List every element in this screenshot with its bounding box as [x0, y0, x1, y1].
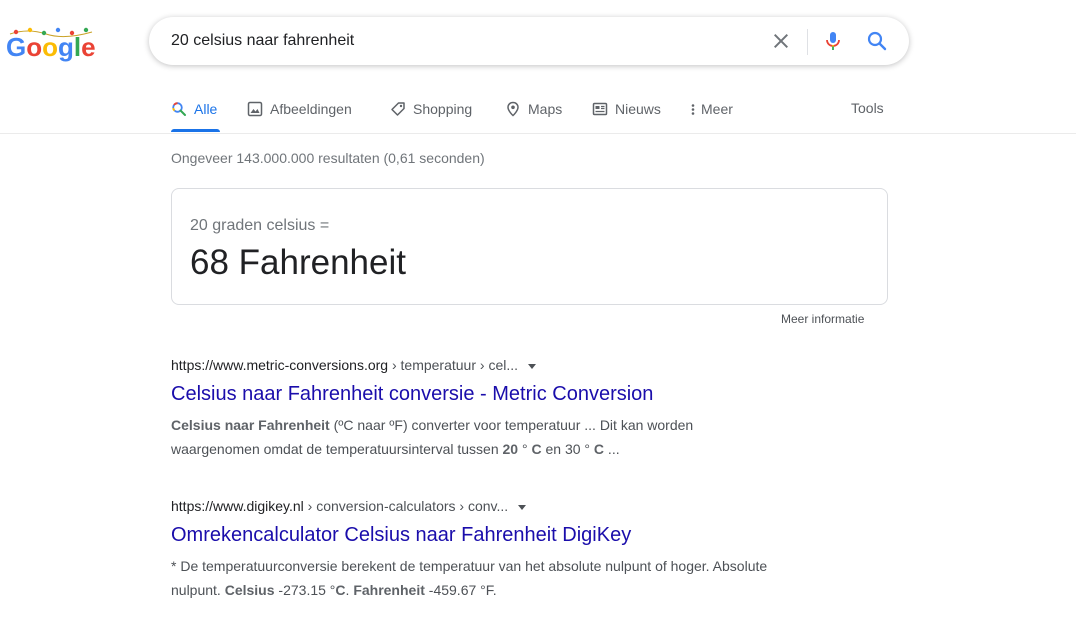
snippet-text: waargenomen omdat de temperatuursinterva…: [171, 441, 503, 457]
unit-converter-card: 20 graden celsius = 68 Fahrenheit: [171, 188, 888, 305]
tab-all[interactable]: Alle: [171, 92, 217, 132]
tab-label: Meer: [701, 101, 733, 117]
snippet-text: -273.15 °: [274, 582, 336, 598]
search-submit-button[interactable]: [865, 29, 889, 53]
snippet-bold: C: [531, 441, 542, 457]
more-vert-icon: [691, 104, 695, 115]
active-tab-indicator: [171, 129, 220, 132]
result-breadcrumbs: › conversion-calculators › conv...: [303, 498, 509, 514]
snippet-bold: Celsius naar Fahrenheit: [171, 417, 330, 433]
voice-search-button[interactable]: [821, 29, 845, 53]
tab-images[interactable]: Afbeeldingen: [247, 92, 352, 132]
result-menu-caret-icon[interactable]: [528, 363, 537, 369]
google-doodle-logo-icon: Google: [6, 27, 96, 62]
snippet-bold: C: [593, 441, 605, 457]
tab-label: Alle: [194, 101, 218, 117]
tab-label: Shopping: [413, 101, 473, 117]
tab-more[interactable]: Meer: [690, 92, 733, 132]
search-result: https://www.digikey.nl › conversion-calc…: [171, 495, 871, 602]
tag-icon: [391, 102, 405, 116]
snippet-bold: Fahrenheit: [353, 582, 425, 598]
tab-label: Nieuws: [615, 101, 661, 117]
news-icon: [592, 102, 608, 116]
snippet-line: nulpunt. Celsius -273.15 °C. Fahrenheit …: [171, 578, 871, 602]
tab-shopping[interactable]: Shopping: [390, 92, 472, 132]
snippet-bold: C: [335, 582, 346, 598]
close-icon: [774, 34, 788, 48]
search-icon: [172, 102, 186, 116]
result-url[interactable]: https://www.digikey.nl › conversion-calc…: [171, 495, 871, 517]
result-title-link[interactable]: Celsius naar Fahrenheit conversie - Metr…: [171, 381, 871, 407]
svg-text:Google: Google: [6, 32, 96, 62]
snippet-line: Celsius naar Fahrenheit (ºC naar ºF) con…: [171, 413, 871, 437]
converter-question: 20 graden celsius =: [190, 217, 330, 234]
tab-label: Afbeeldingen: [270, 101, 352, 117]
result-snippet: Celsius naar Fahrenheit (ºC naar ºF) con…: [171, 413, 871, 461]
result-snippet: * De temperatuurconversie berekent de te…: [171, 554, 871, 602]
google-logo[interactable]: Google: [6, 26, 96, 64]
search-result: https://www.metric-conversions.org › tem…: [171, 354, 871, 461]
clear-search-button[interactable]: [769, 29, 793, 53]
search-input[interactable]: 20 celsius naar fahrenheit: [171, 17, 731, 65]
snippet-bold: 20: [502, 441, 519, 457]
tools-button[interactable]: Tools: [851, 100, 884, 116]
tab-label: Maps: [528, 101, 563, 117]
tab-maps[interactable]: Maps: [505, 92, 562, 132]
result-breadcrumbs: › temperatuur › cel...: [388, 357, 519, 373]
snippet-bold: Celsius: [224, 582, 275, 598]
snippet-text: en 30 °: [541, 441, 594, 457]
tab-news[interactable]: Nieuws: [592, 92, 661, 132]
snippet-text: (ºC naar ºF) converter voor temperatuur …: [329, 417, 694, 433]
snippet-text: ...: [604, 441, 620, 457]
snippet-line: waargenomen omdat de temperatuursinterva…: [171, 437, 871, 461]
more-info-link[interactable]: Meer informatie: [781, 312, 864, 326]
snippet-text: °: [518, 441, 532, 457]
map-pin-icon: [507, 101, 519, 117]
image-icon: [247, 101, 263, 117]
header-divider: [0, 133, 1076, 134]
result-stats: Ongeveer 143.000.000 resultaten (0,61 se…: [171, 150, 485, 166]
search-box-divider: [807, 29, 808, 55]
converter-answer: 68 Fahrenheit: [190, 243, 406, 282]
snippet-text: -459.67 °F.: [424, 582, 497, 598]
search-tabs: Alle Afbeeldingen Shopping Maps Nieuws M…: [171, 92, 891, 134]
search-icon: [867, 31, 887, 51]
result-url[interactable]: https://www.metric-conversions.org › tem…: [171, 354, 871, 376]
result-title-link[interactable]: Omrekencalculator Celsius naar Fahrenhei…: [171, 522, 871, 548]
mic-icon: [826, 32, 840, 50]
snippet-text: nulpunt.: [171, 582, 225, 598]
snippet-line: * De temperatuurconversie berekent de te…: [171, 554, 871, 578]
result-domain: https://www.metric-conversions.org: [171, 357, 389, 373]
search-box[interactable]: 20 celsius naar fahrenheit: [149, 17, 909, 65]
result-menu-caret-icon[interactable]: [518, 504, 527, 510]
snippet-text: * De temperatuurconversie berekent de te…: [171, 558, 768, 574]
result-domain: https://www.digikey.nl: [171, 498, 304, 514]
